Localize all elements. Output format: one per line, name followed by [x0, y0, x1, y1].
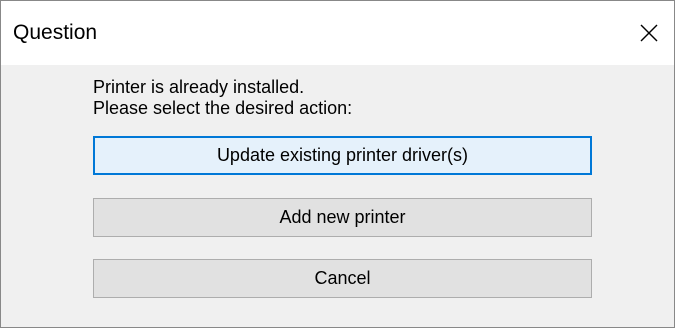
window-title: Question	[13, 21, 98, 44]
add-printer-button[interactable]: Add new printer	[93, 198, 592, 237]
question-dialog: Question Printer is already installed. P…	[0, 0, 675, 328]
message-line-1: Printer is already installed.	[93, 77, 305, 97]
message-text: Printer is already installed. Please sel…	[93, 77, 352, 119]
message-line-2: Please select the desired action:	[93, 98, 353, 118]
close-button[interactable]	[630, 13, 668, 53]
title-bar: Question	[1, 1, 674, 65]
cancel-button[interactable]: Cancel	[93, 259, 592, 298]
dialog-body: Printer is already installed. Please sel…	[1, 65, 674, 327]
close-icon	[640, 24, 658, 42]
update-driver-button[interactable]: Update existing printer driver(s)	[93, 136, 592, 175]
